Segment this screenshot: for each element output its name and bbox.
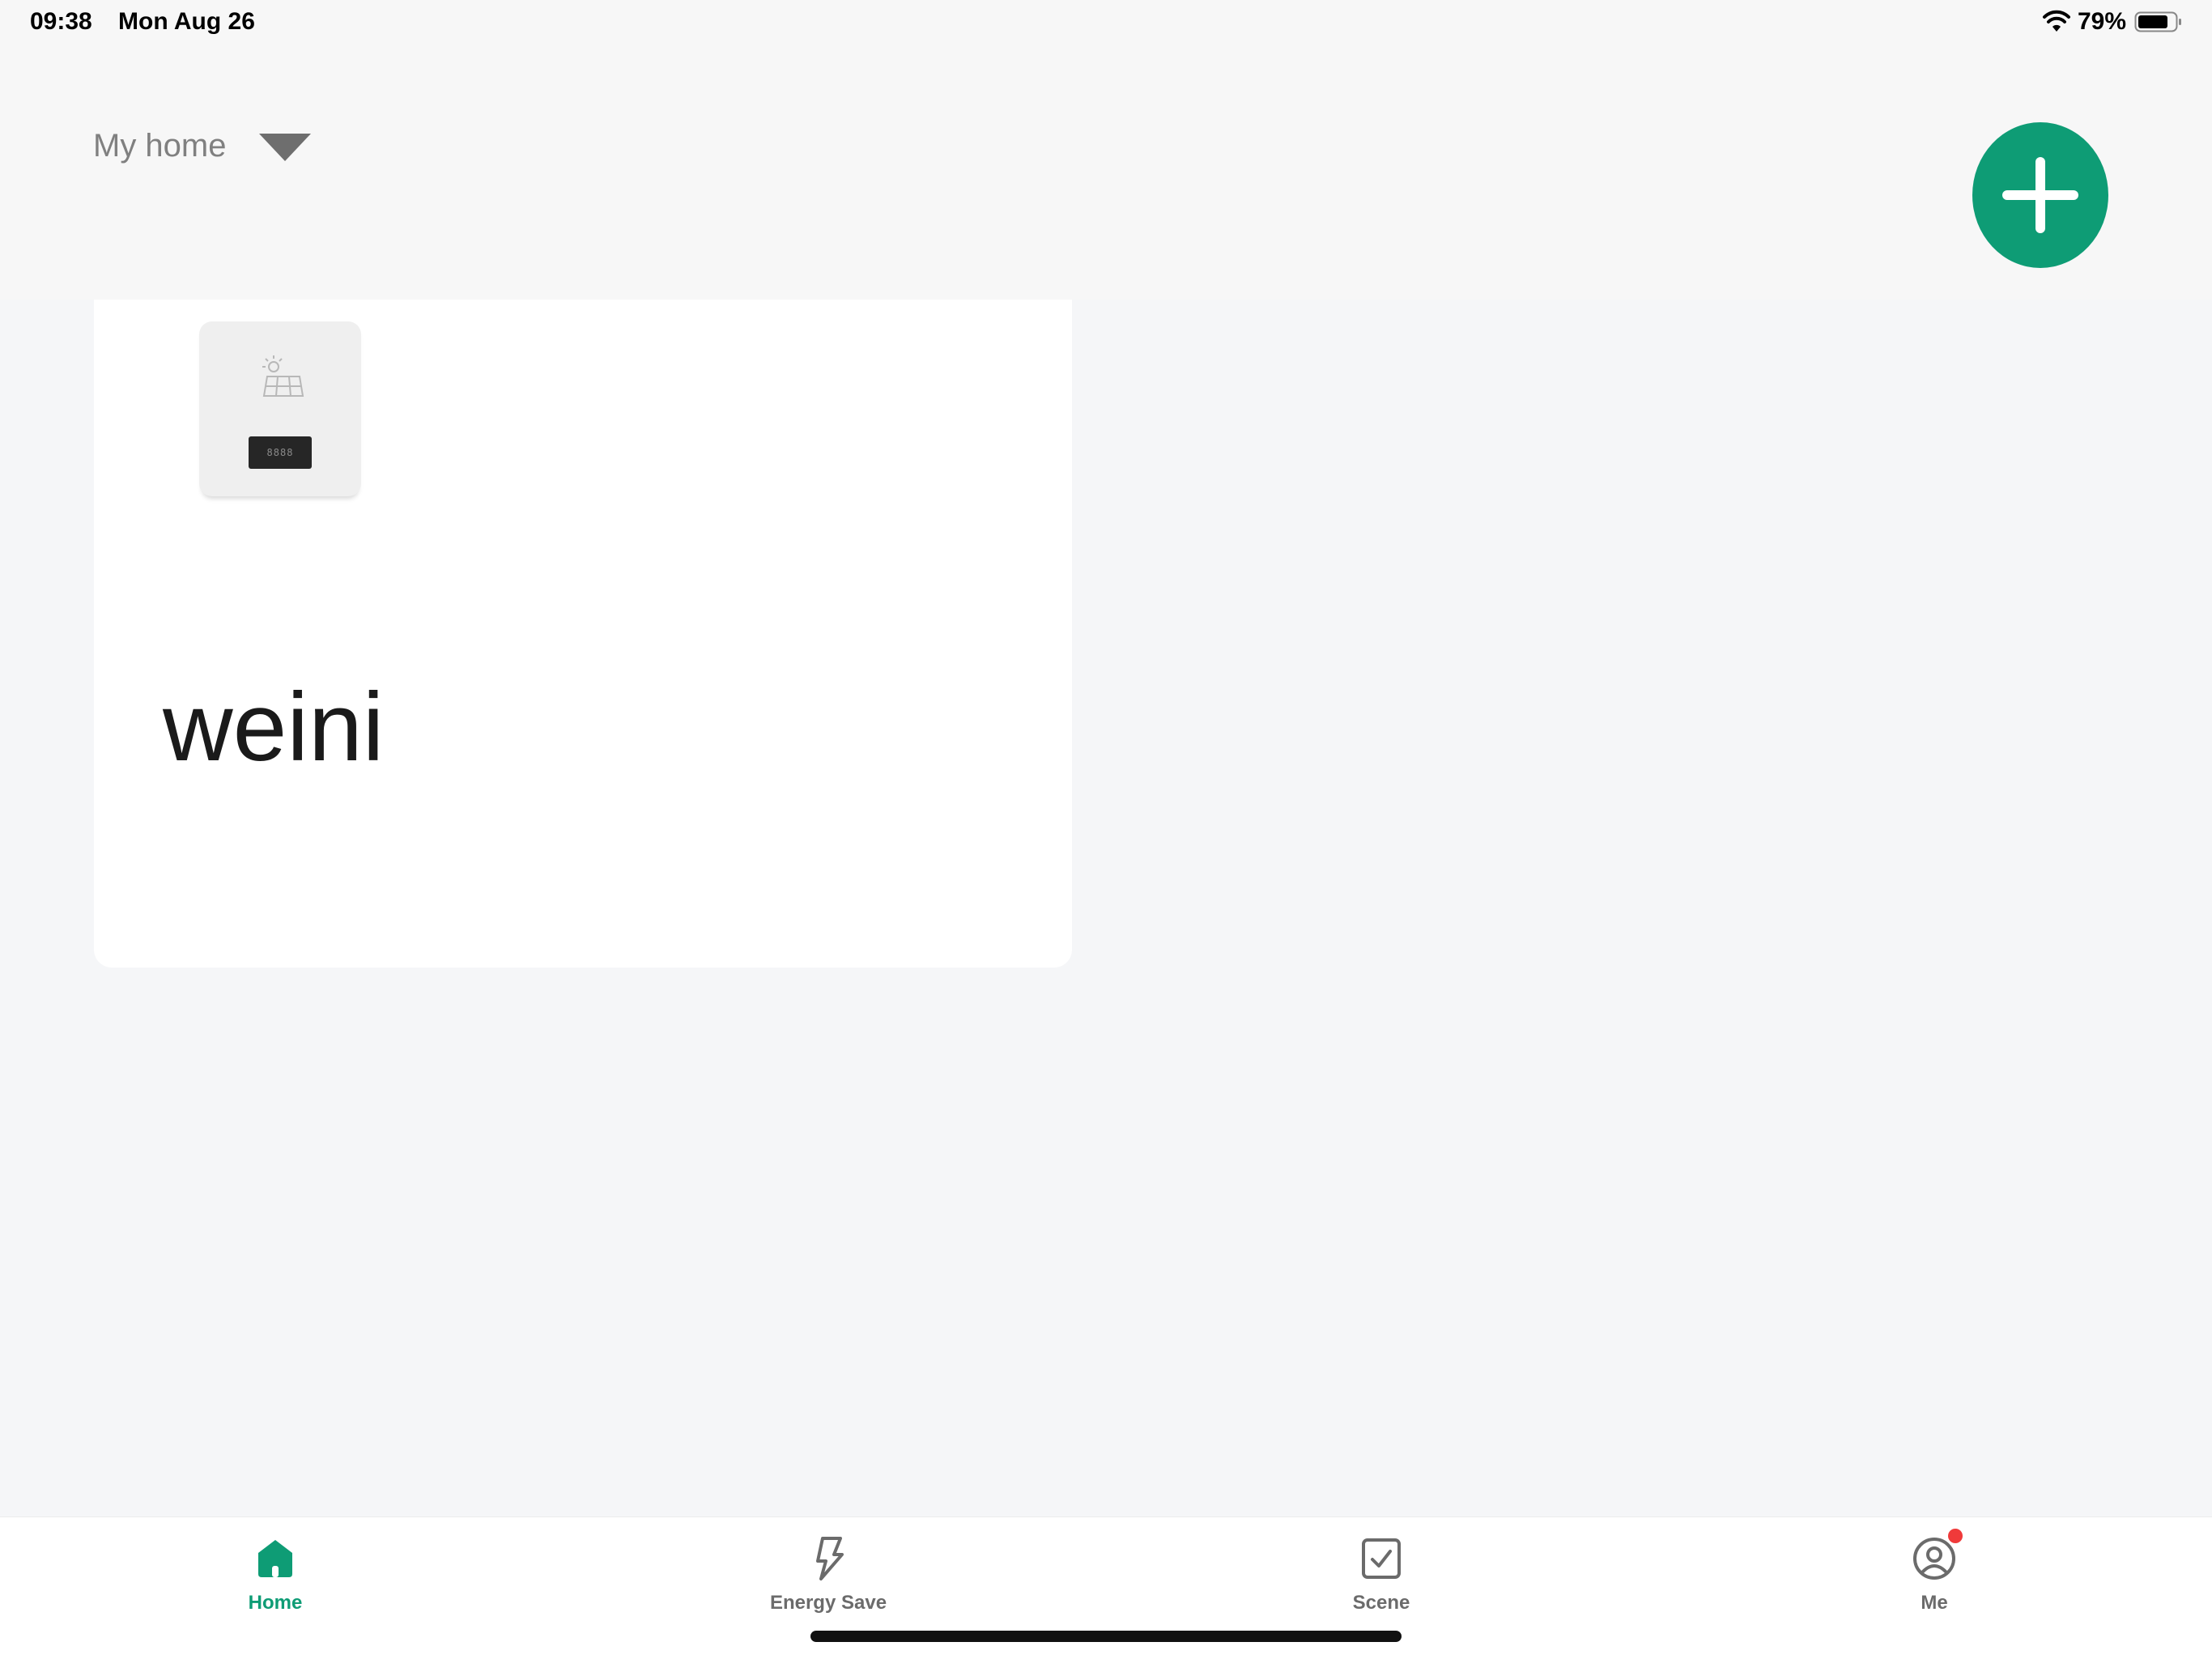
caret-down-icon xyxy=(258,133,311,161)
tab-label: Home xyxy=(248,1592,303,1614)
home-name: My home xyxy=(93,128,227,164)
device-card[interactable]: 8888 weini xyxy=(94,300,1072,968)
tab-scene[interactable]: Scene xyxy=(1260,1534,1503,1614)
battery-percent: 79% xyxy=(2077,8,2126,35)
plus-icon xyxy=(2002,157,2078,233)
device-image: 8888 xyxy=(199,321,361,496)
checkbox-icon xyxy=(1362,1538,1401,1579)
header xyxy=(0,49,2212,300)
home-indicator xyxy=(810,1631,1402,1642)
tab-energy-save[interactable]: Energy Save xyxy=(707,1534,950,1614)
battery-icon xyxy=(2134,11,2181,32)
add-device-button[interactable] xyxy=(1972,122,2108,268)
home-icon xyxy=(258,1540,292,1577)
tab-label: Me xyxy=(1921,1592,1948,1614)
tab-label: Scene xyxy=(1352,1592,1410,1614)
solar-panel-icon xyxy=(262,355,304,397)
status-date: Mon Aug 26 xyxy=(118,8,255,35)
home-selector[interactable]: My home xyxy=(93,128,311,164)
status-bar: 09:38 Mon Aug 26 79% xyxy=(0,0,2212,49)
tab-me[interactable]: Me xyxy=(1813,1529,2056,1614)
tab-home[interactable]: Home xyxy=(154,1534,397,1614)
wifi-icon xyxy=(2042,10,2070,32)
me-icon-wrapper xyxy=(1911,1529,1963,1584)
status-time: 09:38 xyxy=(30,8,92,35)
device-name: weini xyxy=(163,673,385,781)
device-display: 8888 xyxy=(249,436,312,469)
lightning-icon xyxy=(816,1537,844,1580)
status-indicators: 79% xyxy=(2042,8,2183,36)
tab-label: Energy Save xyxy=(769,1592,887,1614)
notification-dot xyxy=(1948,1529,1963,1543)
